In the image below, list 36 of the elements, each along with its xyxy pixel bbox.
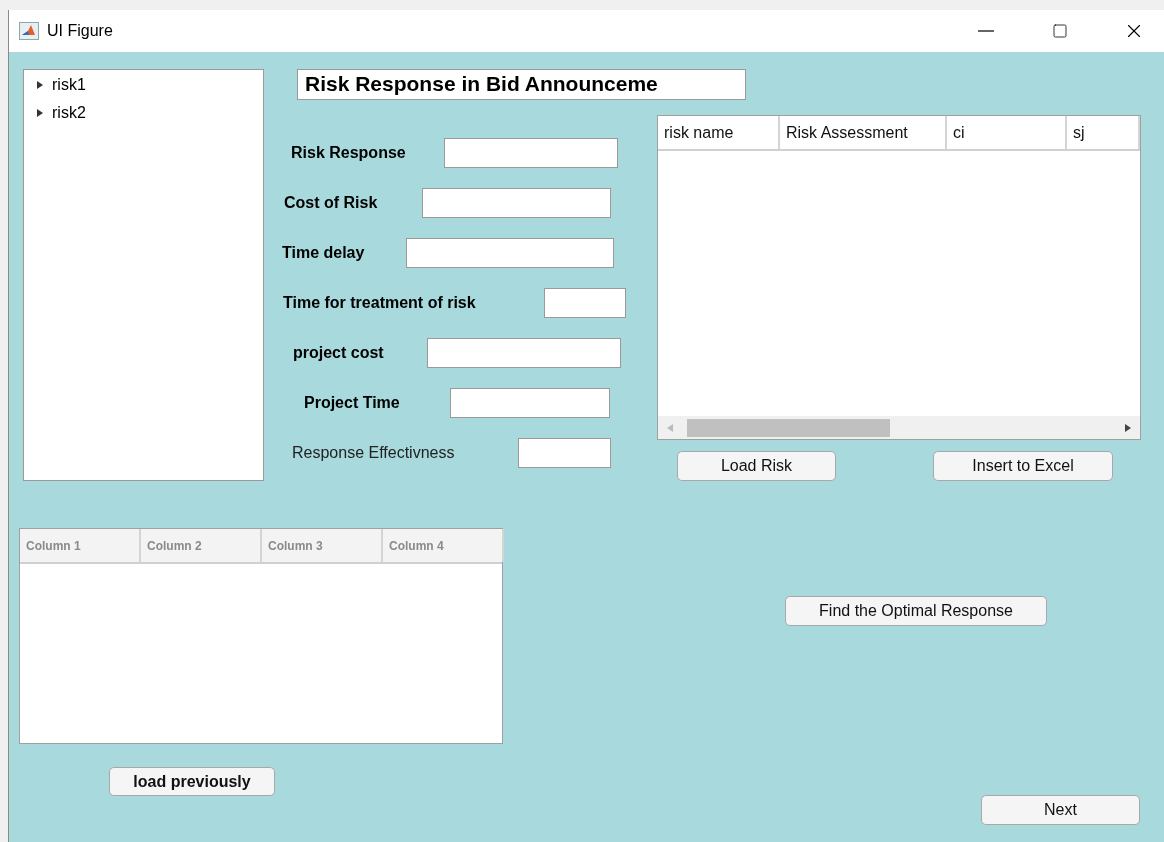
load-previously-button[interactable]: load previously (109, 767, 275, 796)
scroll-right-icon[interactable] (1124, 422, 1132, 433)
maximize-icon (1052, 23, 1068, 39)
load-risk-button[interactable]: Load Risk (677, 451, 836, 481)
field-label: Time delay (282, 244, 365, 262)
input-field[interactable] (450, 388, 610, 418)
column-header[interactable]: sj (1067, 116, 1140, 149)
input-field[interactable] (406, 238, 614, 268)
next-button[interactable]: Next (981, 795, 1140, 825)
minimize-icon (978, 30, 994, 32)
horizontal-scrollbar[interactable] (658, 416, 1140, 439)
field-label: Response Effectivness (292, 444, 455, 462)
field-label: Risk Response (291, 144, 406, 162)
scroll-left-icon[interactable] (666, 422, 674, 433)
input-field[interactable] (444, 138, 618, 168)
find-optimal-button[interactable]: Find the Optimal Response (785, 596, 1047, 626)
scrollbar-thumb[interactable] (687, 418, 890, 437)
field-label: Project Time (304, 394, 400, 412)
caret-right-icon[interactable] (36, 108, 44, 118)
input-field[interactable] (544, 288, 626, 318)
page-heading: Risk Response in Bid Announceme (297, 69, 746, 100)
tree-item[interactable]: risk1 (52, 76, 86, 94)
input-field[interactable] (422, 188, 611, 218)
app-logo-icon (19, 22, 39, 40)
caret-right-icon[interactable] (36, 80, 44, 90)
field-label: Cost of Risk (284, 194, 378, 212)
tree-item[interactable]: risk2 (52, 104, 86, 122)
window-title: UI Figure (47, 22, 113, 40)
input-field[interactable] (518, 438, 611, 468)
column-header[interactable]: Risk Assessment (780, 116, 947, 149)
input-field[interactable] (427, 338, 621, 368)
column-header[interactable]: ci (947, 116, 1067, 149)
field-label: project cost (293, 344, 384, 362)
field-label: Time for treatment of risk (283, 294, 476, 312)
column-header[interactable]: risk name (658, 116, 780, 149)
insert-excel-button[interactable]: Insert to Excel (933, 451, 1113, 481)
